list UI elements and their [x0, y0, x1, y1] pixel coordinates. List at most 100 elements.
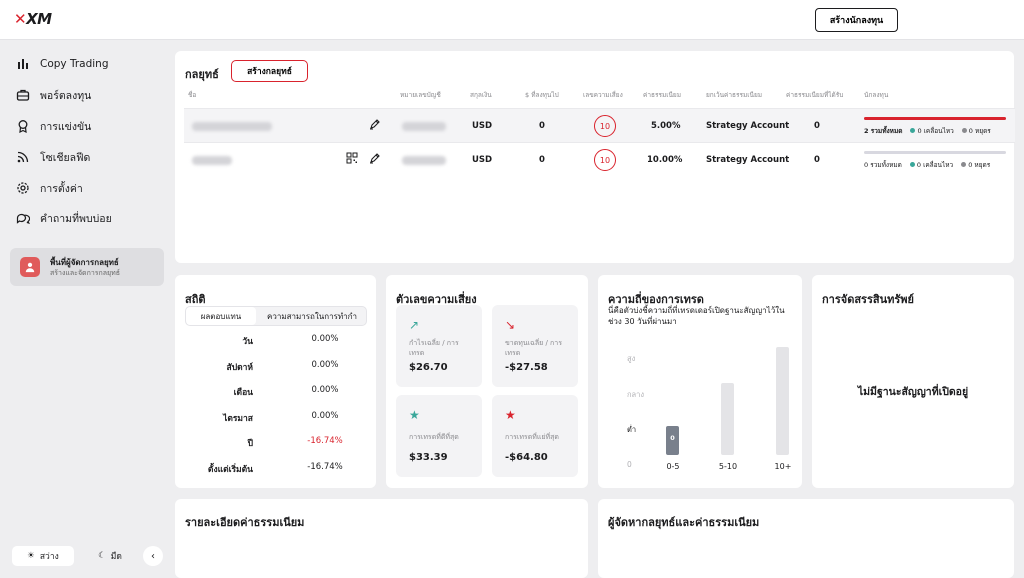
- chevron-left-icon: ‹: [151, 550, 155, 562]
- table-row[interactable]: USD 0 10 10.00% Strategy Account 0 0 รวม…: [184, 142, 1015, 176]
- trend-down-icon: ↘: [505, 318, 516, 332]
- investors-stopped: 0 หยุดร: [961, 160, 990, 170]
- asset-allocation-title: การจัดสรรสินทรัพย์: [822, 293, 914, 306]
- investors-active: 0 เคลื่อนไหว: [910, 126, 954, 136]
- strategy-name-redacted: [192, 156, 232, 165]
- investors-active: 0 เคลื่อนไหว: [909, 160, 953, 170]
- xm-logo[interactable]: ✕XM: [14, 10, 52, 28]
- frequency-bar-value: 0: [670, 434, 675, 442]
- sidebar-item-faq[interactable]: คำถามที่พบบ่อย: [16, 210, 112, 226]
- fee-details-card: รายละเอียดค่าธรรมเนียม: [175, 499, 588, 578]
- fee-received: 0: [814, 121, 820, 131]
- star-icon: ★: [409, 408, 420, 422]
- moon-icon: ☾: [98, 551, 106, 561]
- invested: 0: [539, 121, 545, 131]
- tile-value: -$64.80: [505, 452, 548, 463]
- table-row[interactable]: USD 0 10 5.00% Strategy Account 0 2 รวมท…: [184, 108, 1015, 142]
- rss-icon: [17, 151, 29, 163]
- fee-account: Strategy Account: [706, 155, 790, 165]
- worst-trade-tile: ★ การเทรดที่แย่ที่สุด -$64.80: [492, 395, 578, 477]
- fee: 5.00%: [651, 121, 681, 131]
- sun-icon: ☀: [27, 551, 35, 561]
- manager-avatar-icon: [20, 257, 40, 277]
- sidebar: Copy Trading พอร์ตลงทุน การแข่งขัน โซเชี…: [0, 41, 172, 578]
- sidebar-item-portfolio[interactable]: พอร์ตลงทุน: [16, 87, 91, 103]
- stat-label: ไตรมาส: [223, 414, 253, 424]
- statistics-card: สถิติ ผลตอบแทน ความสามารถในการทำกำ วัน 0…: [175, 275, 376, 488]
- sidebar-item-copy-trading[interactable]: Copy Trading: [16, 56, 109, 72]
- fee-details-title: รายละเอียดค่าธรรมเนียม: [185, 516, 305, 529]
- risk-score-badge: 10: [594, 115, 616, 137]
- investors-total: 2 รวมทั้งหมด: [864, 127, 903, 135]
- col-name: ชื่อ: [188, 91, 197, 99]
- currency: USD: [472, 121, 493, 131]
- theme-light-label: สว่าง: [39, 552, 59, 562]
- qr-code-icon[interactable]: [346, 152, 358, 167]
- briefcase-icon: [16, 89, 30, 101]
- sidebar-item-label: Copy Trading: [40, 58, 109, 70]
- managers-fees-title: ผู้จัดหากลยุทธ์และค่าธรรมเนียม: [608, 516, 760, 529]
- edit-icon[interactable]: [369, 152, 381, 167]
- trade-frequency-subtitle: นี่คือตัวบ่งชี้ความถี่ที่เทรดเดอร์เปิดฐา…: [608, 306, 785, 326]
- trade-frequency-card: ความถี่ของการเทรด นี่คือตัวบ่งชี้ความถี่…: [598, 275, 802, 488]
- tile-value: $33.39: [409, 452, 448, 463]
- col-invested: $ ที่ลงทุนไป: [525, 91, 559, 99]
- chat-icon: [16, 213, 30, 224]
- sidebar-item-competitions[interactable]: การแข่งขัน: [16, 118, 91, 134]
- investors-legend: 2 รวมทั้งหมด 0 เคลื่อนไหว 0 หยุดร: [864, 126, 991, 136]
- sidebar-item-settings[interactable]: การตั้งค่า: [16, 180, 83, 196]
- stat-label: ตั้งแต่เริ่มต้น: [207, 465, 253, 475]
- col-currency: สกุลเงิน: [470, 91, 492, 99]
- strategy-name-redacted: [192, 122, 272, 131]
- account-number-redacted: [402, 156, 446, 165]
- x-label: 0-5: [666, 462, 680, 471]
- asset-allocation-empty: ไม่มีฐานะสัญญาที่เปิดอยู่: [857, 386, 969, 398]
- sidebar-item-social-feed[interactable]: โซเชียลฟีด: [16, 149, 90, 165]
- investors-bar-fill: [864, 117, 1006, 120]
- stat-value: 0.00%: [311, 334, 339, 344]
- stat-label: วัน: [242, 337, 253, 347]
- tile-label: การเทรดที่แย่ที่สุด: [505, 433, 559, 441]
- collapse-sidebar-button[interactable]: ‹: [143, 546, 163, 566]
- create-strategy-button[interactable]: สร้างกลยุทธ์: [231, 60, 308, 82]
- col-risk: เลขความเสี่ยง: [583, 91, 623, 99]
- manager-area-subtitle: สร้างและจัดการกลยุทธ์: [50, 269, 121, 277]
- theme-light-button[interactable]: ☀ สว่าง: [12, 546, 74, 566]
- tab-returns[interactable]: ผลตอบแทน: [186, 307, 256, 325]
- stat-label: ปี: [247, 439, 253, 449]
- y-label-mid: กลาง: [627, 390, 645, 399]
- y-label-zero: 0: [627, 460, 632, 469]
- sidebar-item-label: พอร์ตลงทุน: [40, 89, 92, 102]
- edit-icon[interactable]: [369, 118, 381, 133]
- stat-value: 0.00%: [311, 385, 339, 395]
- y-label-high: สูง: [627, 354, 636, 363]
- stat-value: 0.00%: [311, 411, 339, 421]
- col-fee-received: ค่าธรรมเนียมที่ได้รับ: [786, 91, 844, 99]
- theme-dark-button[interactable]: ☾ มืด: [88, 546, 132, 566]
- investors-legend: 0 รวมทั้งหมด 0 เคลื่อนไหว 0 หยุดร: [864, 160, 990, 170]
- sidebar-item-label: คำถามที่พบบ่อย: [40, 212, 112, 225]
- stat-value: -16.74%: [307, 436, 343, 446]
- stat-label: สัปดาห์: [226, 363, 253, 373]
- frequency-bar-10-plus: [776, 347, 789, 455]
- stat-value: -16.74%: [307, 462, 343, 472]
- stat-value: 0.00%: [311, 360, 339, 370]
- investors-bar: [864, 151, 1006, 154]
- frequency-bar-5-10: [721, 383, 734, 455]
- tab-profitability[interactable]: ความสามารถในการทำกำ: [258, 307, 366, 325]
- risk-score-badge: 10: [594, 149, 616, 171]
- tile-value: $26.70: [409, 362, 448, 373]
- tile-label: กำไรเฉลี่ย / การเทรด: [409, 339, 459, 357]
- star-icon: ★: [505, 408, 516, 422]
- asset-allocation-card: การจัดสรรสินทรัพย์ ไม่มีฐานะสัญญาที่เปิด…: [812, 275, 1014, 488]
- bars-icon: [18, 59, 28, 69]
- x-label: 5-10: [718, 462, 738, 471]
- strategy-manager-area[interactable]: พื้นที่ผู้จัดการกลยุทธ์ สร้างและจัดการกล…: [10, 248, 164, 286]
- avg-loss-tile: ↘ ขาดทุนเฉลี่ย / การเทรด -$27.58: [492, 305, 578, 387]
- gear-icon: [17, 182, 29, 194]
- col-fee: ค่าธรรมเนียม: [643, 91, 681, 99]
- sidebar-item-label: การแข่งขัน: [40, 120, 92, 133]
- stat-label: เดือน: [233, 388, 253, 398]
- create-investor-button[interactable]: สร้างนักลงทุน: [815, 8, 898, 32]
- risk-figures-card: ตัวเลขความเสี่ยง ↗ กำไรเฉลี่ย / การเทรด …: [386, 275, 588, 488]
